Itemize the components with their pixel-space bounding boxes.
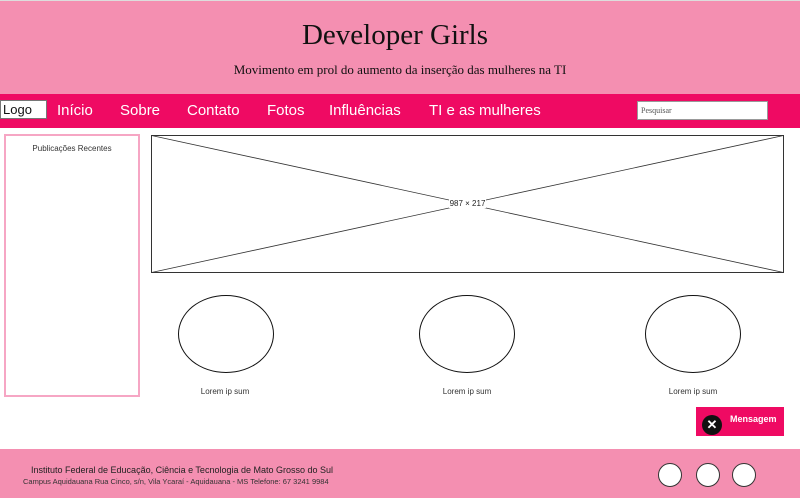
- close-icon: ✕: [702, 415, 722, 435]
- site-header: Developer Girls Movimento em prol do aum…: [0, 0, 800, 94]
- site-title: Developer Girls: [301, 19, 489, 51]
- footer-institution: Instituto Federal de Educação, Ciência e…: [31, 465, 334, 475]
- nav-item-fotos[interactable]: Fotos: [267, 102, 305, 119]
- search-input[interactable]: [637, 101, 768, 120]
- social-icon-3[interactable]: [732, 463, 756, 487]
- nav-item-inicio[interactable]: Início: [57, 102, 93, 119]
- nav-item-influencias[interactable]: Influências: [329, 102, 401, 119]
- nav-item-sobre[interactable]: Sobre: [120, 102, 160, 119]
- feature-image-2: [419, 295, 515, 373]
- nav-item-ti-mulheres[interactable]: TI e as mulheres: [429, 102, 541, 119]
- logo[interactable]: Logo: [0, 100, 47, 119]
- social-icon-1[interactable]: [658, 463, 682, 487]
- feature-image-3: [645, 295, 741, 373]
- feature-caption-1: Lorem ip sum: [200, 387, 250, 396]
- feature-image-1: [178, 295, 274, 373]
- feature-caption-3: Lorem ip sum: [668, 387, 718, 396]
- nav-bar: Logo Início Sobre Contato Fotos Influênc…: [0, 94, 800, 128]
- footer-address: Campus Aquidauana Rua Cinco, s/n, Vila Y…: [23, 477, 329, 486]
- site-subtitle: Movimento em prol do aumento da inserção…: [233, 62, 567, 77]
- nav-item-contato[interactable]: Contato: [187, 102, 240, 119]
- message-button-label: Mensagem: [730, 414, 777, 424]
- feature-caption-2: Lorem ip sum: [442, 387, 492, 396]
- banner-size-label: 987 × 217: [448, 199, 487, 208]
- recent-posts-sidebar: Publicações Recentes: [4, 134, 140, 397]
- sidebar-title: Publicações Recentes: [32, 144, 112, 153]
- social-icon-2[interactable]: [696, 463, 720, 487]
- message-button[interactable]: ✕ Mensagem: [696, 407, 784, 436]
- site-footer: Instituto Federal de Educação, Ciência e…: [0, 449, 800, 498]
